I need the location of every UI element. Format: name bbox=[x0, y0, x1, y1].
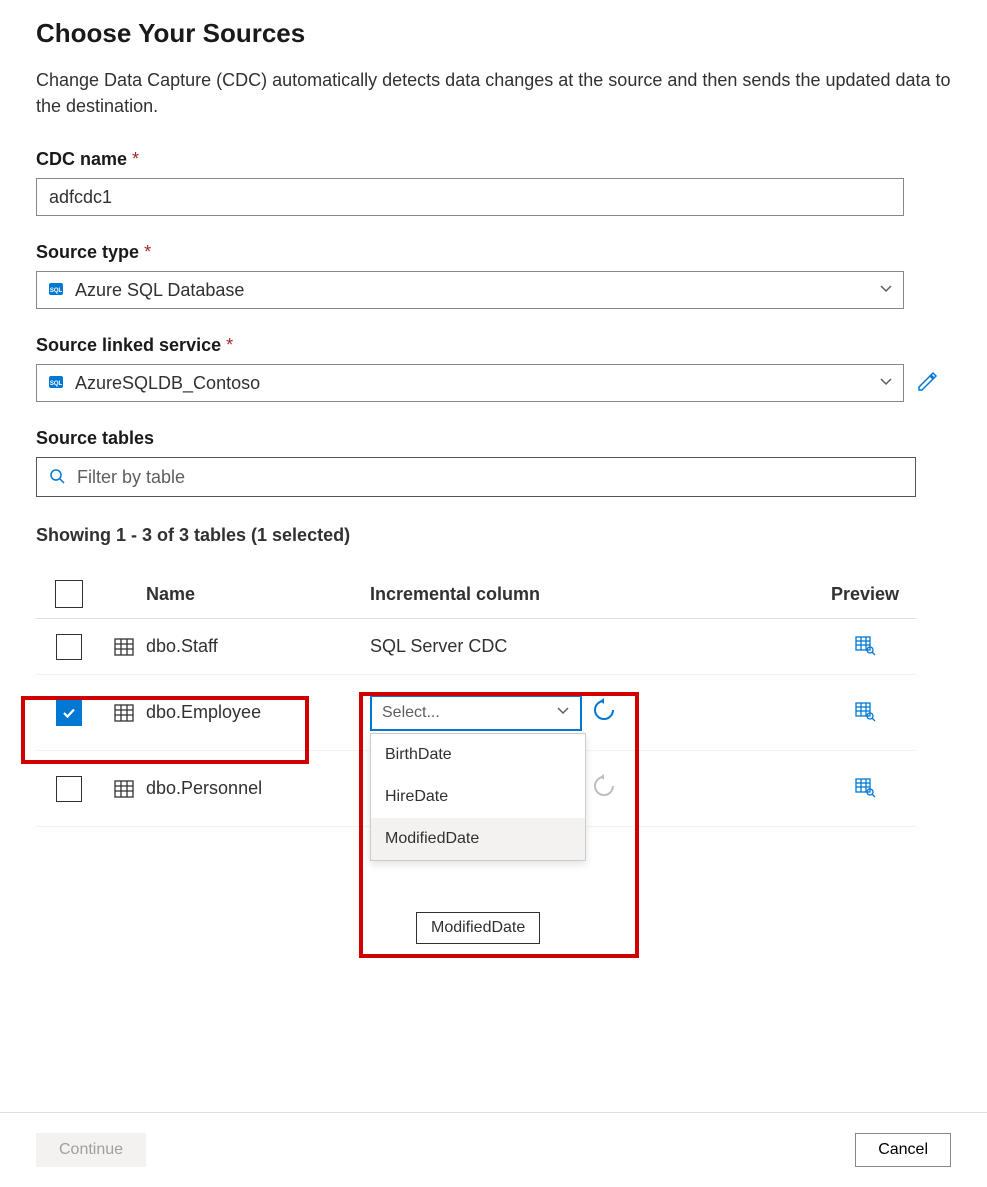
svg-text:SQL: SQL bbox=[50, 288, 63, 294]
cdc-name-input[interactable] bbox=[36, 178, 904, 216]
row-checkbox[interactable] bbox=[56, 700, 82, 726]
result-count: Showing 1 - 3 of 3 tables (1 selected) bbox=[36, 525, 951, 546]
header-preview: Preview bbox=[814, 584, 916, 605]
database-icon: SQL bbox=[47, 280, 65, 301]
header-name: Name bbox=[146, 584, 370, 605]
select-placeholder: Select... bbox=[382, 704, 556, 722]
search-icon bbox=[49, 468, 67, 486]
chevron-down-icon bbox=[879, 375, 893, 392]
table-row: dbo.Staff SQL Server CDC bbox=[36, 619, 916, 675]
table-header: Name Incremental column Preview bbox=[36, 570, 916, 619]
incremental-column-select[interactable]: Select... BirthDate HireDate ModifiedDat… bbox=[370, 695, 582, 731]
footer: Continue Cancel bbox=[0, 1112, 987, 1167]
cancel-button[interactable]: Cancel bbox=[855, 1133, 951, 1167]
header-incremental: Incremental column bbox=[370, 584, 814, 605]
svg-text:SQL: SQL bbox=[50, 381, 63, 387]
row-checkbox[interactable] bbox=[56, 634, 82, 660]
preview-icon[interactable] bbox=[854, 700, 876, 725]
row-name: dbo.Employee bbox=[146, 702, 370, 723]
edit-icon[interactable] bbox=[916, 371, 938, 396]
preview-icon[interactable] bbox=[854, 634, 876, 659]
row-name: dbo.Personnel bbox=[146, 778, 370, 799]
source-linked-service-value: AzureSQLDB_Contoso bbox=[75, 373, 879, 394]
select-all-checkbox[interactable] bbox=[55, 580, 83, 608]
row-name: dbo.Staff bbox=[146, 636, 370, 657]
source-type-label: Source type * bbox=[36, 242, 951, 263]
source-type-select[interactable]: SQL Azure SQL Database bbox=[36, 271, 904, 309]
continue-button: Continue bbox=[36, 1133, 146, 1167]
page-title: Choose Your Sources bbox=[36, 18, 951, 49]
filter-table-input[interactable]: Filter by table bbox=[36, 457, 916, 497]
refresh-icon[interactable] bbox=[592, 698, 616, 727]
database-icon: SQL bbox=[47, 373, 65, 394]
filter-placeholder: Filter by table bbox=[77, 467, 185, 488]
row-incremental: SQL Server CDC bbox=[370, 636, 814, 657]
source-linked-service-select[interactable]: SQL AzureSQLDB_Contoso bbox=[36, 364, 904, 402]
row-checkbox[interactable] bbox=[56, 776, 82, 802]
source-linked-service-label: Source linked service * bbox=[36, 335, 951, 356]
source-type-value: Azure SQL Database bbox=[75, 280, 879, 301]
page-description: Change Data Capture (CDC) automatically … bbox=[36, 67, 951, 119]
preview-icon[interactable] bbox=[854, 776, 876, 801]
tooltip: ModifiedDate bbox=[416, 912, 540, 944]
chevron-down-icon bbox=[879, 282, 893, 299]
refresh-icon bbox=[592, 774, 616, 803]
source-tables-label: Source tables bbox=[36, 428, 951, 449]
dropdown-option[interactable]: ModifiedDate bbox=[371, 818, 585, 860]
table-icon bbox=[102, 636, 146, 658]
dropdown-option[interactable]: HireDate bbox=[371, 776, 585, 818]
table-row: dbo.Employee Select... BirthDate HireDat… bbox=[36, 675, 916, 751]
incremental-dropdown: BirthDate HireDate ModifiedDate bbox=[370, 733, 586, 861]
cdc-name-label: CDC name * bbox=[36, 149, 951, 170]
dropdown-option[interactable]: BirthDate bbox=[371, 734, 585, 776]
chevron-down-icon bbox=[556, 702, 570, 723]
table-icon bbox=[102, 778, 146, 800]
table-icon bbox=[102, 702, 146, 724]
